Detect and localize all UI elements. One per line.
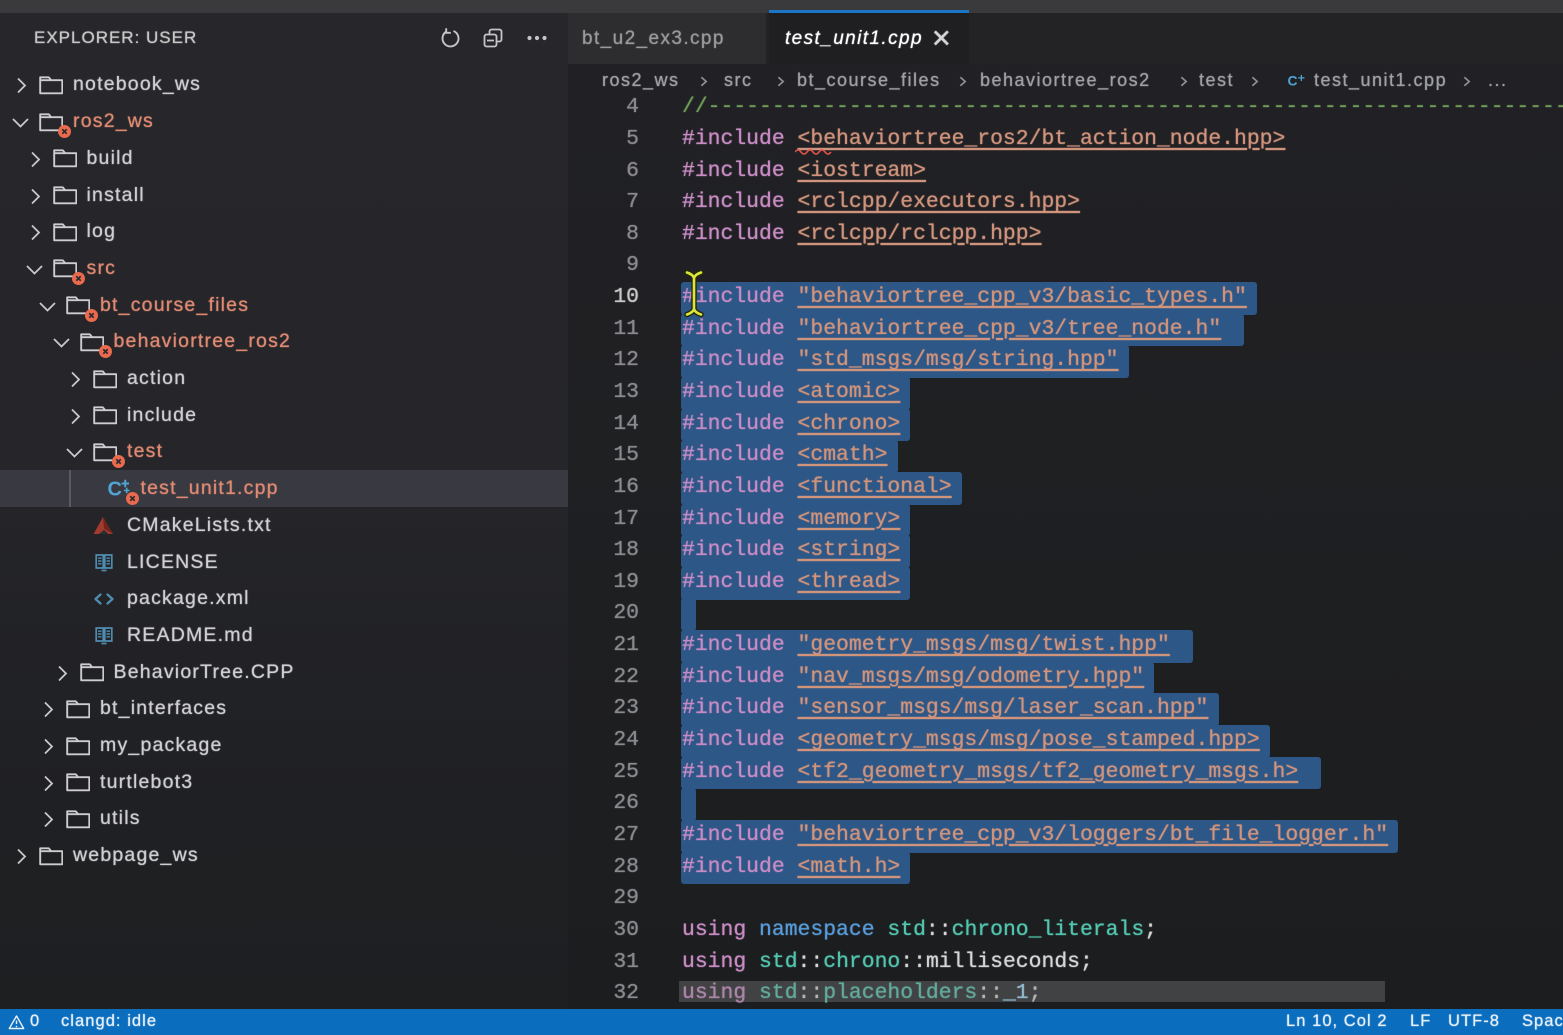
svg-text:C: C <box>107 478 121 500</box>
svg-text:C: C <box>1288 73 1299 89</box>
